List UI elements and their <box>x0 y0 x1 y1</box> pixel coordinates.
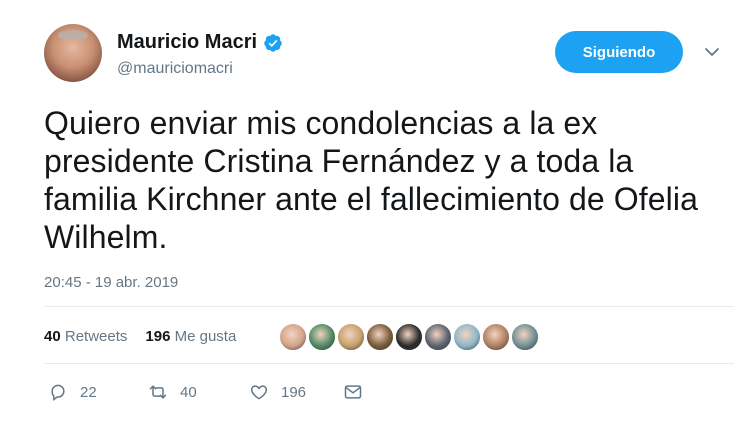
retweets-label: Retweets <box>64 328 128 345</box>
tweet-text-line: Wilhelm. <box>44 219 168 255</box>
retweet-count: 40 <box>180 383 197 401</box>
heart-icon <box>250 385 268 400</box>
tweet-text: Quiero enviar mis condolencias a la ex p… <box>44 104 734 256</box>
tweet-text-line: Quiero enviar mis condolencias a la ex <box>44 105 598 141</box>
like-count: 196 <box>281 383 307 401</box>
liker-avatar[interactable] <box>423 322 453 352</box>
tweet-header: Mauricio Macri @mauriciomacri Siguiendo <box>44 22 734 86</box>
tweet-stats: 40 Retweets 196 Me gusta <box>44 328 236 345</box>
reply-icon <box>51 384 65 401</box>
likes-label: Me gusta <box>174 328 237 345</box>
liker-avatar[interactable] <box>307 322 337 352</box>
liker-avatar[interactable] <box>510 322 540 352</box>
user-handle[interactable]: @mauriciomacri <box>117 60 233 78</box>
liker-avatar[interactable] <box>278 322 308 352</box>
likes-count: 196 <box>145 328 171 345</box>
liker-avatar[interactable] <box>481 322 511 352</box>
liker-avatar[interactable] <box>394 322 424 352</box>
liker-avatar[interactable] <box>336 322 366 352</box>
verified-badge-icon <box>264 33 282 52</box>
retweets-stat[interactable]: 40 Retweets <box>44 328 127 345</box>
name-row: Mauricio Macri <box>117 31 283 54</box>
following-button[interactable]: Siguiendo <box>555 31 683 73</box>
reply-button[interactable]: 22 <box>48 382 148 402</box>
divider <box>44 363 734 364</box>
tweet-actions: 22 40 196 <box>48 382 363 402</box>
liker-avatar[interactable] <box>365 322 395 352</box>
likes-stat[interactable]: 196 Me gusta <box>145 328 236 345</box>
tweet-text-line: presidente Cristina Fernández y a toda l… <box>44 143 634 179</box>
user-avatar[interactable] <box>44 24 102 82</box>
direct-message-button[interactable] <box>343 382 363 402</box>
liker-avatars <box>278 322 540 352</box>
divider <box>44 306 734 307</box>
chevron-down-icon[interactable] <box>704 44 720 60</box>
tweet-text-line: familia Kirchner ante el fallecimiento d… <box>44 181 699 217</box>
like-button[interactable]: 196 <box>249 382 343 402</box>
retweet-icon <box>149 385 167 399</box>
user-name[interactable]: Mauricio Macri <box>117 31 257 54</box>
retweet-button[interactable]: 40 <box>148 382 249 402</box>
reply-count: 22 <box>80 383 97 401</box>
liker-avatar[interactable] <box>452 322 482 352</box>
tweet-timestamp[interactable]: 20:45 - 19 abr. 2019 <box>44 274 178 291</box>
retweets-count: 40 <box>44 328 61 345</box>
envelope-icon <box>344 385 362 399</box>
